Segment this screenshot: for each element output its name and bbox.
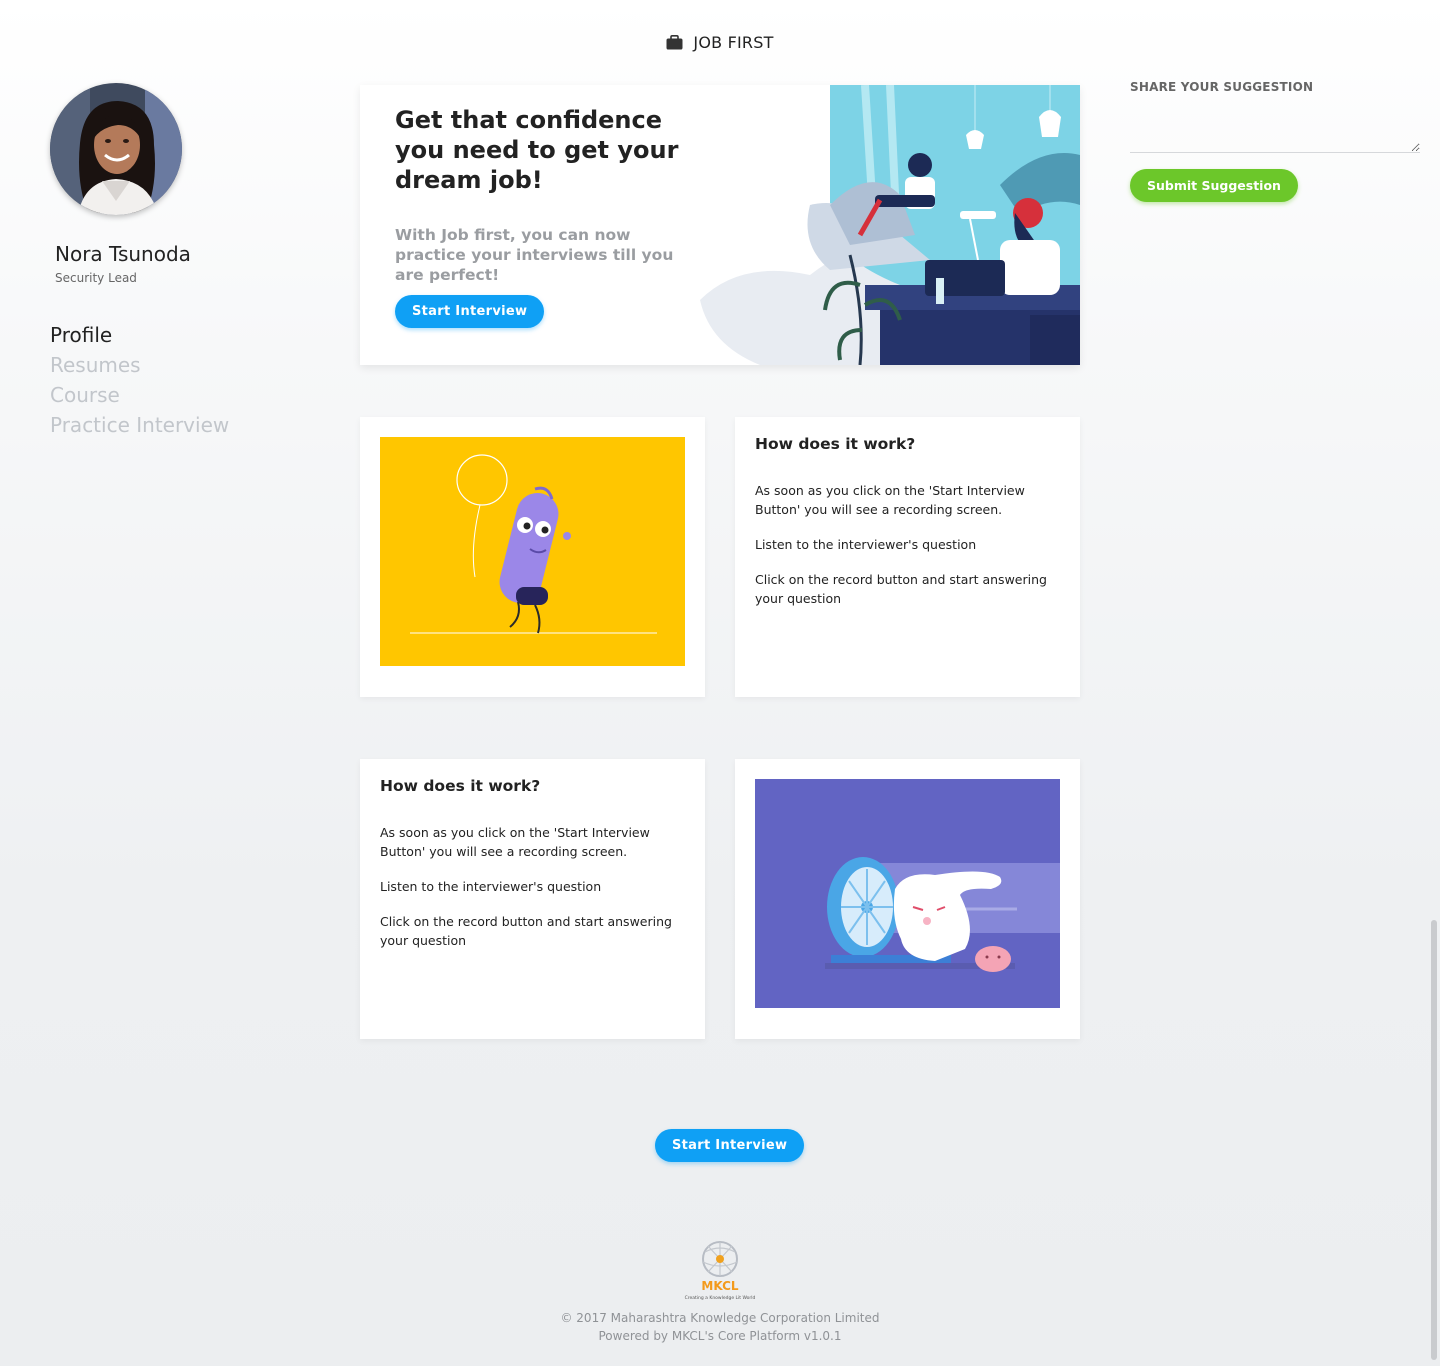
animation-card-purple (735, 759, 1080, 1039)
how-it-works-title: How does it work? (380, 777, 541, 795)
app-header: JOB FIRST (0, 28, 1440, 56)
sidebar-item-practice-interview[interactable]: Practice Interview (50, 410, 229, 440)
user-name: Nora Tsunoda (55, 242, 191, 266)
briefcase-icon (666, 34, 683, 50)
fan-bunny-illustration (755, 779, 1060, 1008)
sidebar-item-resumes[interactable]: Resumes (50, 350, 229, 380)
step-item: As soon as you click on the 'Start Inter… (755, 483, 1025, 517)
steps-list: As soon as you click on the 'Start Inter… (755, 481, 1065, 624)
footer-powered-by: Powered by MKCL's Core Platform v1.0.1 (598, 1329, 842, 1343)
mkcl-logo: MKCL Creating a Knowledge Lit World (670, 1240, 770, 1302)
avatar[interactable] (50, 83, 182, 215)
user-role: Security Lead (55, 271, 137, 285)
sidebar-item-profile[interactable]: Profile (50, 320, 229, 350)
svg-text:Creating a Knowledge Lit World: Creating a Knowledge Lit World (685, 1295, 756, 1301)
svg-text:MKCL: MKCL (701, 1279, 739, 1293)
footer-copyright: © 2017 Maharashtra Knowledge Corporation… (560, 1311, 880, 1325)
steps-list: As soon as you click on the 'Start Inter… (380, 823, 690, 966)
suggestion-textarea[interactable] (1130, 100, 1420, 153)
hero-card: Get that confidence you need to get your… (360, 85, 1080, 365)
start-interview-bottom-button[interactable]: Start Interview (655, 1129, 805, 1162)
how-it-works-title: How does it work? (755, 435, 916, 453)
brand-title[interactable]: JOB FIRST (693, 33, 773, 52)
step-item: Click on the record button and start ans… (755, 572, 1047, 606)
step-item: Listen to the interviewer's question (380, 879, 602, 894)
step-item: Click on the record button and start ans… (380, 914, 672, 948)
how-it-works-card-1: How does it work? As soon as you click o… (735, 417, 1080, 697)
hero-subtitle: With Job first, you can now practice you… (395, 226, 674, 284)
start-interview-button[interactable]: Start Interview (395, 295, 545, 328)
page-scrollbar[interactable] (1431, 920, 1437, 1360)
office-illustration (700, 85, 1080, 365)
sidebar-item-course[interactable]: Course (50, 380, 229, 410)
how-it-works-card-2: How does it work? As soon as you click o… (360, 759, 705, 1039)
step-item: As soon as you click on the 'Start Inter… (380, 825, 650, 859)
submit-suggestion-button[interactable]: Submit Suggestion (1130, 169, 1298, 202)
pill-character-illustration (380, 437, 685, 666)
animation-card-yellow (360, 417, 705, 697)
step-item: Listen to the interviewer's question (755, 537, 977, 552)
suggestion-label: SHARE YOUR SUGGESTION (1130, 80, 1314, 94)
sidebar-nav: Profile Resumes Course Practice Intervie… (50, 320, 229, 440)
hero-title: Get that confidence you need to get your… (395, 106, 679, 194)
